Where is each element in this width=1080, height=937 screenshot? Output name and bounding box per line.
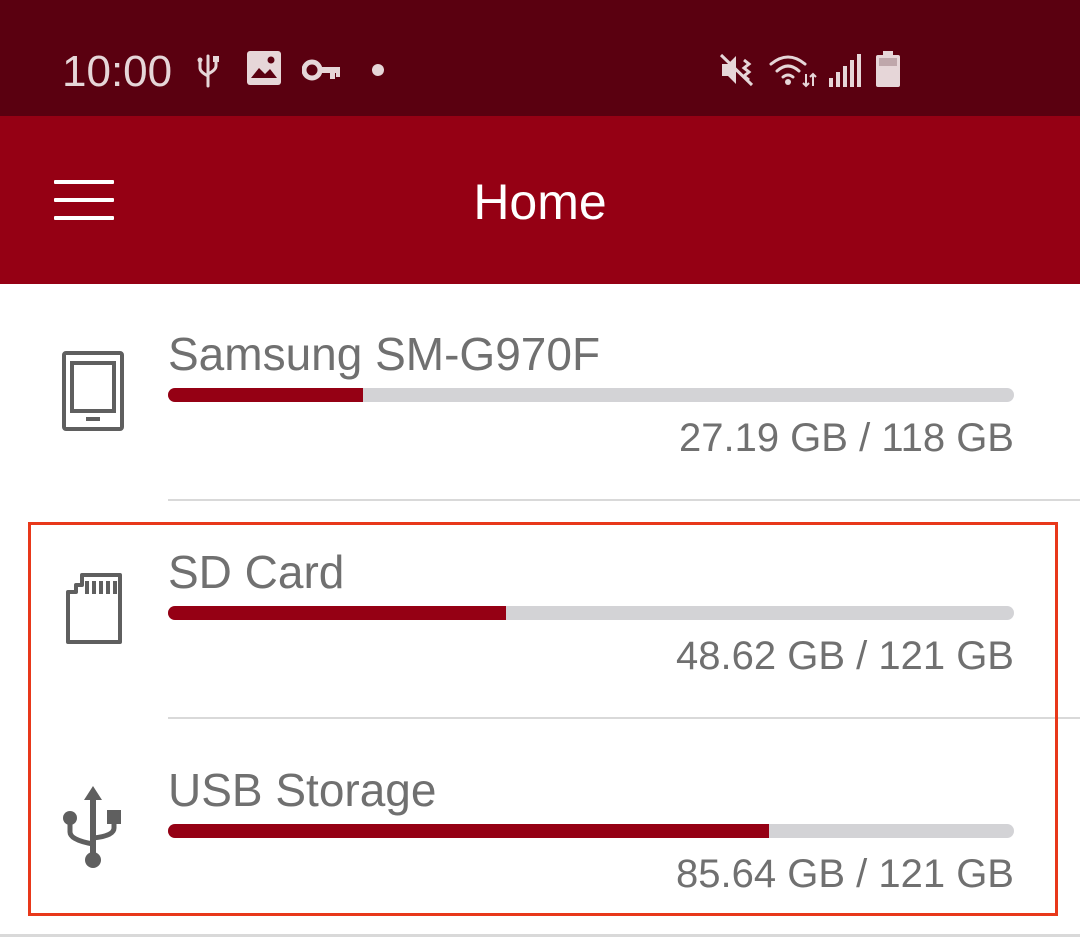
wifi-icon — [769, 55, 817, 88]
status-bar: 10:00 — [0, 0, 1080, 116]
storage-usage-bar — [168, 388, 1014, 402]
key-icon — [302, 59, 340, 81]
image-icon — [247, 51, 281, 85]
usb-icon — [197, 54, 219, 88]
storage-size: 85.64 GB / 121 GB — [676, 852, 1014, 896]
app-bar: Home — [0, 116, 1080, 284]
battery-icon — [876, 51, 900, 87]
storage-name: SD Card — [168, 546, 345, 598]
dot-icon — [372, 64, 384, 76]
divider — [168, 717, 1080, 719]
storage-usage-fill — [168, 388, 363, 402]
storage-usage-fill — [168, 824, 769, 838]
storage-name: Samsung SM-G970F — [168, 328, 601, 380]
sd-card-icon — [66, 573, 122, 644]
signal-icon — [829, 54, 861, 87]
status-time: 10:00 — [62, 47, 173, 96]
hamburger-menu-icon[interactable] — [40, 164, 128, 236]
storage-item-usb[interactable]: USB Storage 85.64 GB / 121 GB — [0, 720, 1080, 936]
storage-item-device[interactable]: Samsung SM-G970F 27.19 GB / 118 GB — [0, 284, 1080, 500]
tablet-icon — [62, 351, 124, 431]
vibrate-mute-icon — [719, 53, 754, 87]
storage-usage-bar — [168, 824, 1014, 838]
usb-icon — [63, 786, 121, 868]
divider — [168, 499, 1080, 501]
storage-usage-fill — [168, 606, 507, 620]
storage-name: USB Storage — [168, 764, 437, 816]
page-title: Home — [473, 174, 607, 230]
storage-item-sd-card[interactable]: SD Card 48.62 GB / 121 GB — [0, 502, 1080, 718]
storage-size: 27.19 GB / 118 GB — [678, 416, 1014, 460]
storage-size: 48.62 GB / 121 GB — [676, 634, 1014, 678]
storage-usage-bar — [168, 606, 1014, 620]
